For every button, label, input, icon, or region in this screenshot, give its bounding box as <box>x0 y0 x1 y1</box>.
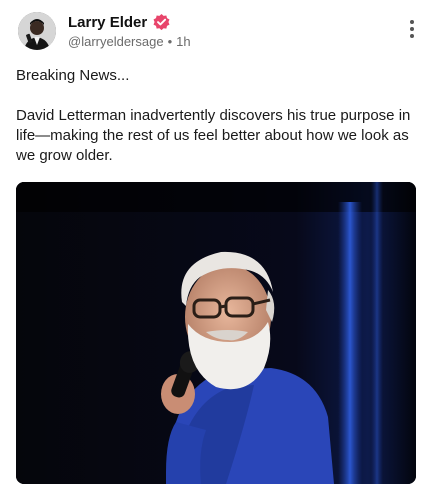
more-vertical-icon <box>410 20 414 24</box>
post-timestamp[interactable]: 1h <box>176 34 190 49</box>
meta-separator: • <box>167 34 173 49</box>
post-text: Breaking News... David Letterman inadver… <box>16 66 416 166</box>
author-handle[interactable]: @larryeldersage <box>68 34 164 49</box>
more-options-button[interactable] <box>404 18 420 40</box>
post-text-line: Breaking News... <box>16 67 130 84</box>
avatar-image <box>18 12 56 50</box>
post-header: Larry Elder @larryeldersage • 1h <box>18 10 420 56</box>
photo-illustration <box>16 182 416 484</box>
post-image[interactable] <box>16 182 416 484</box>
author-meta: @larryeldersage • 1h <box>68 34 191 49</box>
author-name-row: Larry Elder <box>68 13 171 32</box>
author-name[interactable]: Larry Elder <box>68 14 147 31</box>
verified-badge-icon <box>152 13 171 32</box>
post-text-line: David Letterman inadvertently discovers … <box>16 107 411 164</box>
post-card: Larry Elder @larryeldersage • 1h Breaking … <box>0 0 432 500</box>
author-avatar[interactable] <box>18 12 56 50</box>
